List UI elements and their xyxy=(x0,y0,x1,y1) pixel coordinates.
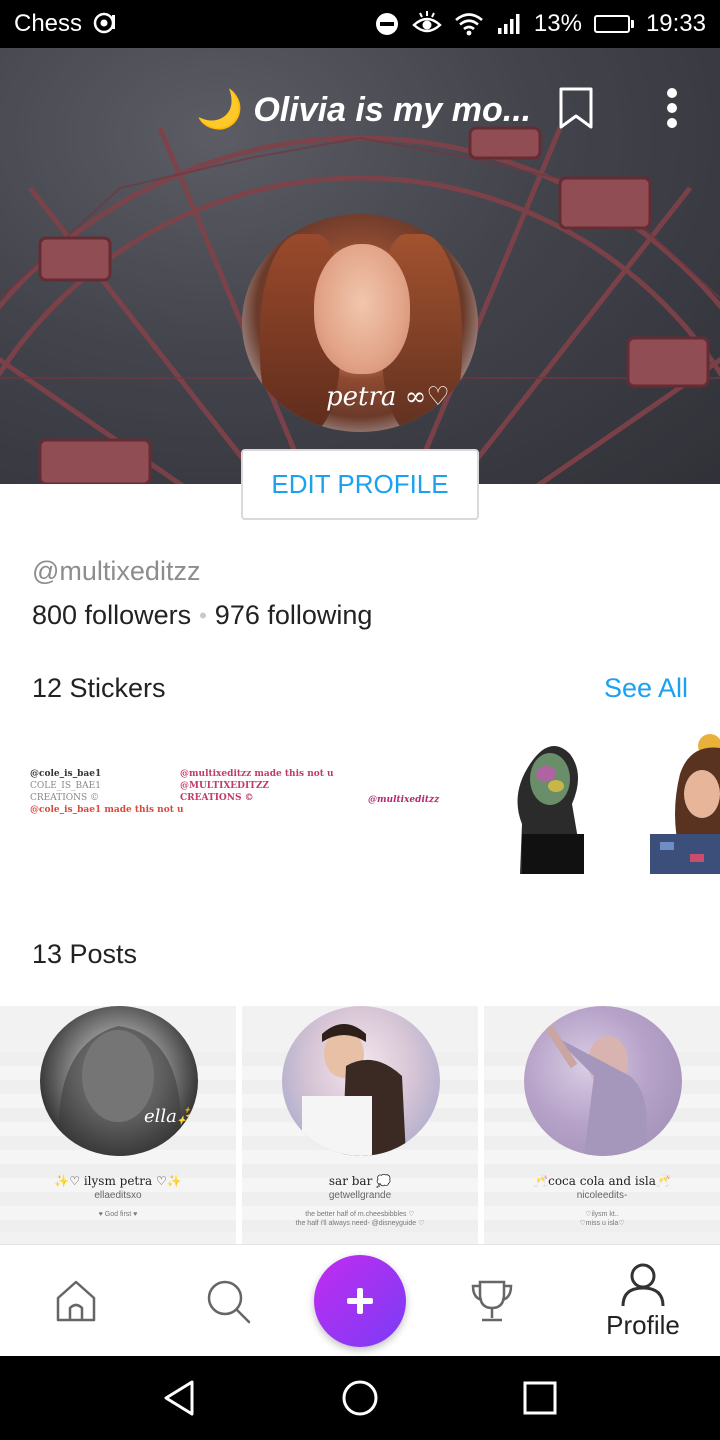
recents-icon[interactable] xyxy=(522,1378,558,1418)
stickers-row: @cole_is_bae1 COLE_IS_BAE1 CREATIONS © @… xyxy=(0,724,720,884)
follow-counts: 800 followers • 976 following xyxy=(32,600,372,631)
post-thumbnail xyxy=(282,1006,440,1156)
see-all-stickers-link[interactable]: See All xyxy=(604,673,688,704)
post-thumbnail: ella✨ xyxy=(40,1006,198,1156)
chess-notification-icon xyxy=(92,11,118,37)
battery-percent: 13% xyxy=(533,10,582,37)
status-app-name: Chess xyxy=(14,10,83,37)
post-title: ✨♡ ilysm petra ♡✨ xyxy=(54,1174,182,1188)
sticker-item[interactable]: @multixeditzz xyxy=(368,794,439,806)
more-options-button[interactable] xyxy=(656,84,688,132)
clock: 19:33 xyxy=(645,10,706,37)
sticker-item[interactable] xyxy=(650,734,720,874)
following-link[interactable]: 976 following xyxy=(215,600,373,631)
username: @multixeditzz xyxy=(32,556,201,586)
post-title: 🥂coca cola and isla🥂 xyxy=(533,1174,671,1188)
post-card[interactable]: ella✨ ✨♡ ilysm petra ♡✨ ellaeditsxo ♥ Go… xyxy=(0,1006,236,1244)
more-dots-icon xyxy=(667,88,677,98)
sticker-item[interactable]: @multixeditzz made this not u @MULTIXEDI… xyxy=(180,768,334,804)
post-card[interactable]: 🥂coca cola and isla🥂 nicoleedits- ♡ilysm… xyxy=(484,1006,720,1244)
search-icon xyxy=(207,1280,251,1324)
profile-cover: 🌙 Olivia is my mo... petra ∞♡ xyxy=(0,48,720,484)
nav-profile[interactable]: Profile xyxy=(590,1245,696,1357)
stickers-title: 12 Stickers xyxy=(32,673,166,703)
posts-title: 13 Posts xyxy=(32,939,138,969)
profile-avatar[interactable]: petra ∞♡ xyxy=(242,214,478,432)
post-card[interactable]: sar bar 💭 getwellgrande the better half … xyxy=(242,1006,478,1244)
nav-profile-label: Profile xyxy=(606,1309,680,1340)
post-author: nicoleedits- xyxy=(576,1190,628,1201)
followers-link[interactable]: 800 followers xyxy=(32,600,191,631)
bookmark-button[interactable] xyxy=(556,86,596,130)
trophy-icon xyxy=(471,1280,513,1322)
status-bar: Chess 13% 19:33 xyxy=(0,0,720,48)
battery-icon xyxy=(593,15,634,33)
nav-search[interactable] xyxy=(192,1245,264,1357)
wifi-icon xyxy=(454,12,484,36)
create-button[interactable] xyxy=(314,1255,406,1347)
moon-icon: 🌙 xyxy=(196,89,244,131)
eye-comfort-icon xyxy=(412,11,442,37)
edit-profile-button[interactable]: EDIT PROFILE xyxy=(241,449,479,520)
post-author: getwellgrande xyxy=(328,1190,392,1201)
post-caption: ♡ilysm kt.. ♡miss u isla♡ xyxy=(579,1211,625,1228)
back-icon[interactable] xyxy=(160,1378,198,1418)
count-separator: • xyxy=(199,602,207,628)
home-icon xyxy=(56,1280,96,1322)
home-circle-icon[interactable] xyxy=(340,1378,380,1418)
profile-bio-title: Olivia is my mo... xyxy=(253,90,532,129)
post-thumbnail xyxy=(524,1006,682,1156)
posts-grid: ella✨ ✨♡ ilysm petra ♡✨ ellaeditsxo ♥ Go… xyxy=(0,1006,720,1244)
do-not-disturb-icon xyxy=(374,11,400,37)
bookmark-icon xyxy=(559,87,593,129)
sticker-item[interactable] xyxy=(500,734,604,874)
nav-challenges[interactable] xyxy=(456,1245,528,1357)
post-caption: ♥ God first ♥ xyxy=(98,1211,138,1218)
bottom-navigation: Profile xyxy=(0,1244,720,1356)
plus-icon xyxy=(347,1288,373,1314)
post-author: ellaeditsxo xyxy=(94,1190,142,1201)
profile-icon xyxy=(621,1263,665,1306)
signal-icon xyxy=(496,12,522,36)
avatar-signature: petra ∞♡ xyxy=(326,382,450,412)
post-caption: the better half of m.cheesbibbles ♡ the … xyxy=(295,1211,425,1228)
system-navigation-bar xyxy=(0,1356,720,1440)
nav-home[interactable] xyxy=(40,1245,112,1357)
post-title: sar bar 💭 xyxy=(328,1174,392,1188)
sticker-item[interactable]: @cole_is_bae1 COLE_IS_BAE1 CREATIONS © @… xyxy=(30,768,184,817)
profile-title: 🌙 Olivia is my mo... xyxy=(196,88,531,132)
